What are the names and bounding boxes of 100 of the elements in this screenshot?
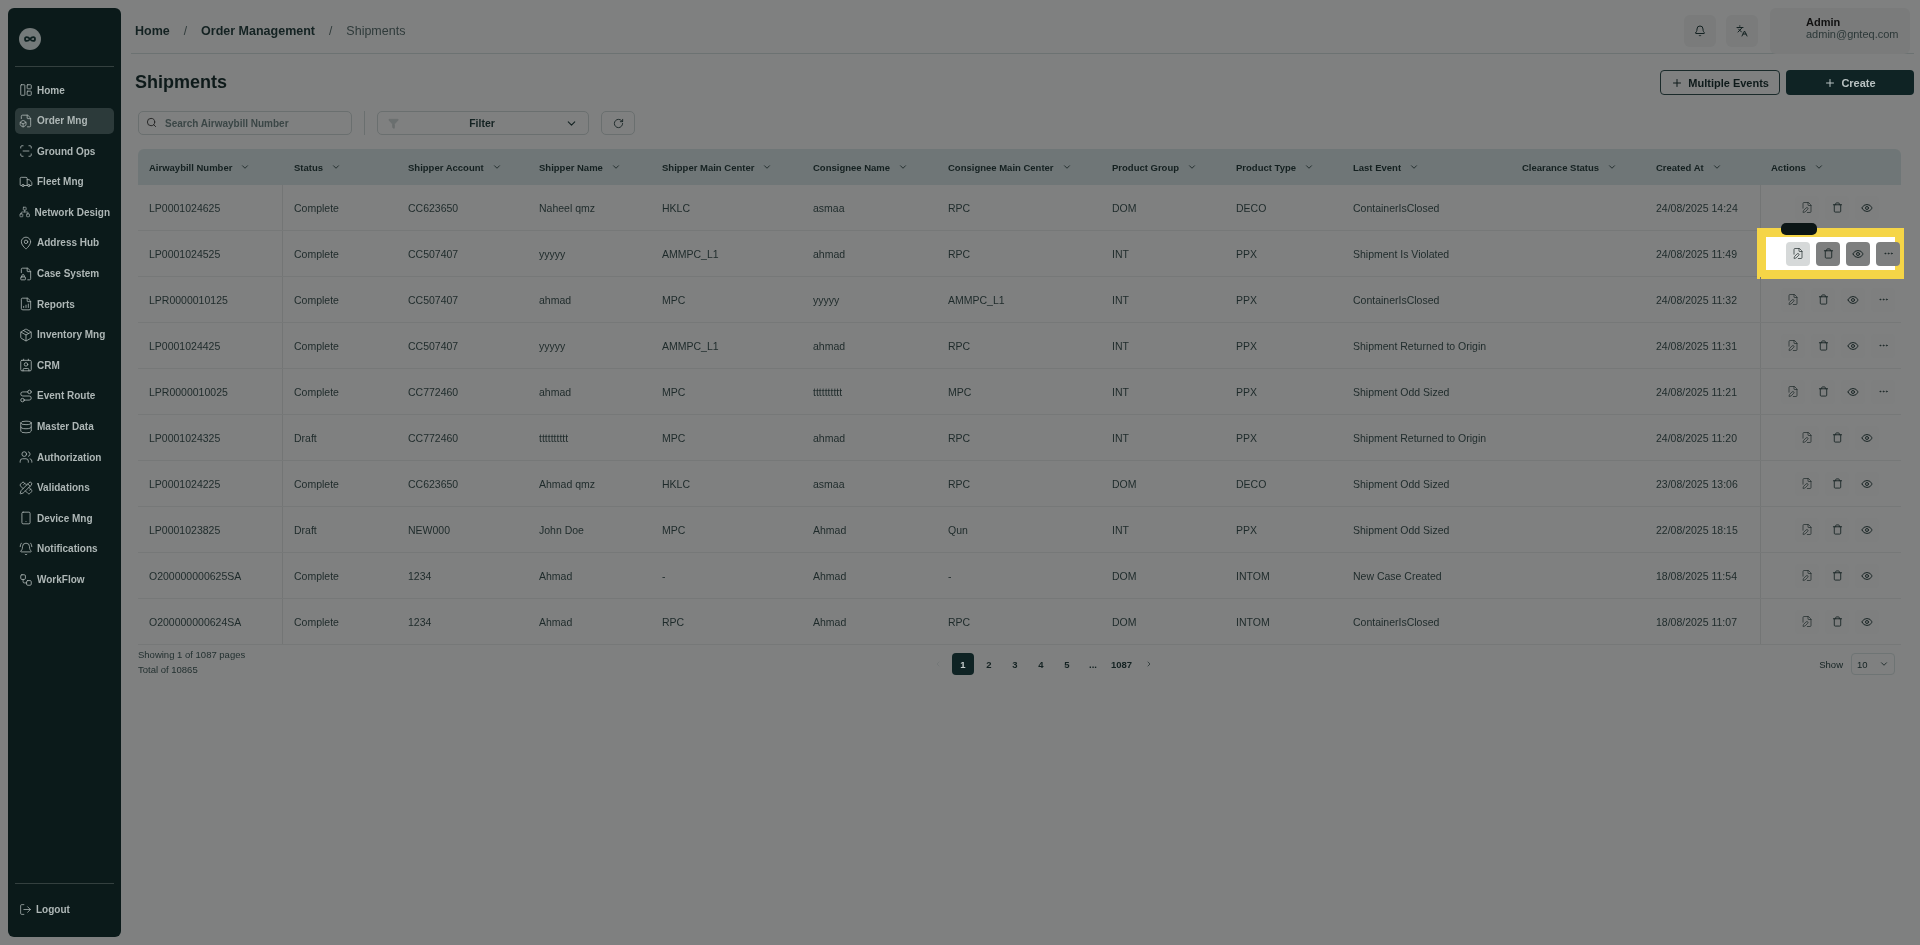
page-button[interactable]: 2 [978,653,1000,675]
table-cell-text: ahmad [812,338,847,354]
filter-dropdown[interactable]: Filter [377,111,589,135]
table-cell-text: 1234 [407,614,433,630]
create-button[interactable]: Create [1786,70,1914,95]
language-button[interactable] [1726,14,1758,47]
table-cell-text: HKLC [661,476,691,492]
tooltip [1781,222,1817,235]
column-header[interactable]: Created At [1645,161,1760,173]
table-cell-text: RPC [947,338,972,354]
table-cell: LP0001023825 [138,507,283,552]
sidebar-item[interactable]: Home [15,77,114,103]
sidebar-item[interactable]: CRM [15,352,114,379]
notifications-button[interactable] [1684,14,1716,47]
table-cell-text: DOM [1111,200,1138,216]
delete-button[interactable] [1816,241,1840,266]
trash-icon [1817,386,1829,397]
table-cell-text: MPC [661,292,687,308]
table-cell-text: Qun [947,522,969,538]
table-cell: O200000000624SA [138,599,283,644]
trash-icon [1831,570,1843,581]
table-cell-text: INT [1111,338,1130,354]
breadcrumb-link[interactable]: Shipments [346,23,406,38]
breadcrumb-link[interactable]: Home [135,23,170,38]
table-cell-text: Ahmad [538,614,574,630]
refresh-button[interactable] [601,111,635,135]
table-cell-text: CC772460 [407,430,460,446]
logout-item[interactable]: Logout [15,896,114,923]
user-email: admin@gnteq.com [1806,27,1900,40]
sidebar-item[interactable]: Network Design [15,199,114,226]
breadcrumb-link[interactable]: Order Management [201,23,315,38]
sidebar-item[interactable]: Fleet Mng [15,168,114,195]
more-button[interactable] [1876,241,1900,266]
trash-icon [1822,248,1834,259]
page-size-select[interactable]: 10 [1851,653,1895,675]
file-pen-icon [1801,476,1813,491]
sidebar-item[interactable]: Event Route [15,382,114,409]
table-cell-text: 18/08/2025 11:54 [1655,568,1738,584]
sidebar-item[interactable]: Authorization [15,444,114,471]
column-header[interactable]: Consignee Name [802,161,937,173]
sidebar-item[interactable]: Reports [15,291,114,318]
sidebar-item[interactable]: Notifications [15,535,114,562]
table-cell-text: HKLC [661,200,691,216]
table-cell-text: 22/08/2025 18:15 [1655,522,1739,538]
column-header[interactable]: Product Group [1101,161,1225,173]
file-pen-icon [1787,384,1799,399]
search-field[interactable]: Search Airwaybill Number [138,111,352,135]
chevron-down-icon [1607,162,1618,172]
table-cell-text: CC507407 [407,246,460,262]
page-button[interactable]: 1 [952,653,974,675]
file-pen-icon [1801,614,1813,629]
page-button[interactable]: 1087 [1108,653,1136,675]
panels-icon [19,83,33,97]
column-header[interactable]: Last Event [1342,161,1511,173]
pencil-ruler-icon [19,480,33,495]
page-button[interactable]: 5 [1056,653,1078,675]
column-header[interactable]: Airwaybill Number [138,161,283,173]
column-header[interactable]: Product Type [1225,161,1342,173]
trash-icon [1831,478,1843,489]
column-header[interactable]: Status [283,161,397,173]
multiple-events-button[interactable]: Multiple Events [1660,70,1780,95]
table-cell-text: Shipment Returned to Origin [1352,430,1488,446]
column-header[interactable]: Consignee Main Center [937,161,1101,173]
table-cell-text: DOM [1111,568,1138,584]
sidebar-item[interactable]: Address Hub [15,229,114,256]
view-button[interactable] [1846,241,1870,266]
sidebar-item[interactable]: Master Data [15,413,114,440]
page-button[interactable]: 3 [1004,653,1026,675]
column-header[interactable]: Shipper Name [528,161,651,173]
page-button[interactable]: ... [1082,653,1104,675]
sidebar-item[interactable]: Validations [15,474,114,501]
user-menu[interactable]: Admin admin@gnteq.com [1770,7,1910,54]
table-cell: LP0001024625 [138,185,283,230]
sidebar-item[interactable]: Case System [15,260,114,287]
table-cell-text: CC772460 [407,384,460,400]
chevron-down-icon [1304,162,1314,172]
table-cell-text: AMMPC_L1 [661,246,720,262]
route-icon [19,388,33,403]
column-header[interactable]: Clearance Status [1511,161,1645,173]
table-cell-text: asmaa [812,476,846,492]
truck-icon [19,174,33,189]
page-button[interactable]: 4 [1030,653,1052,675]
sidebar-item[interactable]: Order Mng [15,107,114,134]
column-header[interactable]: Shipper Account [397,161,528,173]
search-icon [146,117,157,128]
bell-icon [19,541,33,556]
table-cell-text: ahmad [538,292,573,308]
table-cell-text: Complete [293,568,340,584]
table-cell-text: MPC [661,384,687,400]
breadcrumb-separator: / [183,23,188,38]
column-header[interactable]: Shipper Main Center [651,161,802,173]
table-cell-text: INT [1111,246,1130,262]
table-cell-text: yyyyy [812,292,841,308]
column-header[interactable]: Actions [1760,161,1901,173]
chevron-down-icon [331,162,342,172]
sidebar-item[interactable]: Inventory Mng [15,321,114,348]
table-cell-text: PPX [1235,430,1258,446]
sidebar-item[interactable]: Device Mng [15,505,114,532]
sidebar-item[interactable]: Ground Ops [15,138,114,165]
sidebar-item[interactable]: WorkFlow [15,566,114,593]
